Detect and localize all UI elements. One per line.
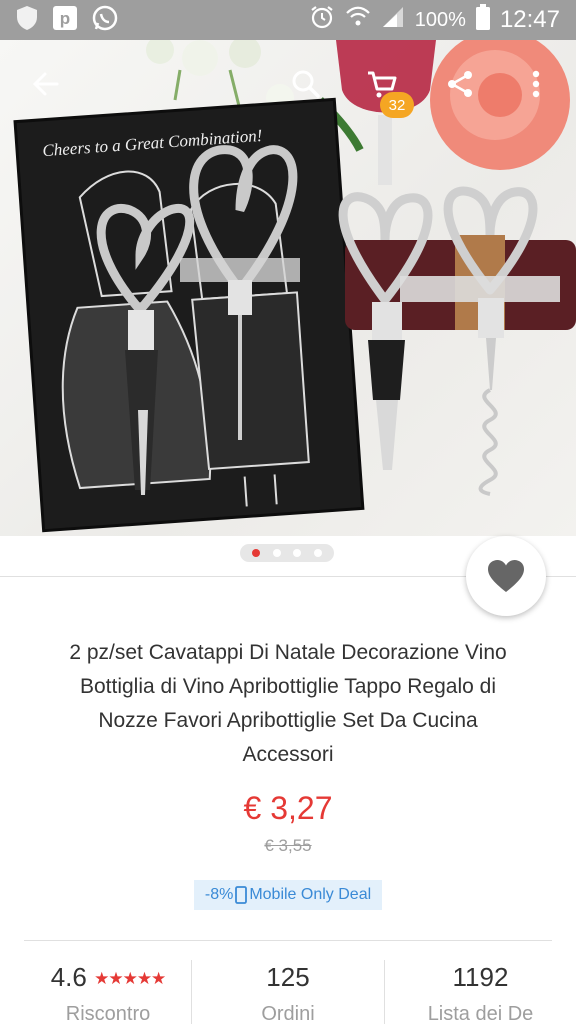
arrow-left-icon: [32, 72, 59, 96]
alarm-icon: [309, 4, 335, 36]
svg-text:p: p: [60, 9, 70, 28]
whatsapp-icon: [92, 5, 118, 36]
share-icon: [448, 71, 472, 97]
carousel-indicator[interactable]: [240, 544, 334, 562]
shield-icon: [16, 5, 38, 36]
rating-value-row: 4.6 ★★★★★: [24, 962, 192, 993]
clock: 12:47: [499, 6, 560, 33]
original-price: € 3,55: [264, 836, 312, 855]
mobile-deal-badge: -8% Mobile Only Deal: [194, 880, 382, 910]
product-title-line: 2 pz/set Cavatappi Di Natale Decorazione…: [69, 641, 507, 664]
app-p-icon: p: [52, 5, 78, 36]
wifi-icon: [345, 5, 371, 35]
cart-count-badge: 32: [380, 92, 414, 118]
product-price: € 3,27: [243, 790, 333, 826]
battery-icon: [475, 4, 490, 36]
wishlist-label: Lista dei De: [427, 1003, 534, 1025]
rating-label: Riscontro: [65, 1003, 151, 1025]
product-title-line: Accessori: [242, 743, 334, 766]
wishlist-value: 1192: [452, 962, 509, 992]
orders-stat[interactable]: 125 Ordini: [192, 962, 384, 1026]
orders-label: Ordini: [261, 1003, 315, 1025]
wishlist-stat[interactable]: 1192 Lista dei De: [385, 962, 576, 1026]
product-title: 2 pz/set Cavatappi Di Natale Decorazione…: [30, 636, 546, 772]
carousel-dot[interactable]: [272, 549, 281, 557]
product-title-line: Nozze Favori Apribottiglie Set Da Cucina: [98, 709, 478, 732]
wishlist-button[interactable]: [466, 536, 546, 616]
search-button[interactable]: [282, 60, 330, 108]
status-bar: p 100% 12:47: [0, 0, 576, 40]
search-icon: [292, 70, 320, 98]
more-options-button[interactable]: [512, 60, 560, 108]
deal-percent: -8%: [204, 886, 234, 903]
more-vert-icon: [532, 70, 540, 98]
product-title-line: Bottiglia di Vino Apribottiglie Tappo Re…: [79, 675, 496, 698]
battery-percent: 100%: [414, 8, 466, 31]
heart-icon: [488, 560, 524, 592]
carousel-dot[interactable]: [293, 549, 302, 557]
signal-icon: [381, 5, 405, 35]
rating-stars: ★★★★★: [94, 969, 166, 989]
orders-value: 125: [266, 962, 310, 992]
stats-divider: [24, 940, 552, 941]
rating-stat[interactable]: 4.6 ★★★★★ Riscontro: [24, 962, 192, 1026]
rating-value: 4.6: [50, 962, 87, 992]
phone-icon: [235, 886, 248, 904]
top-toolbar: 32: [0, 40, 576, 126]
deal-label: Mobile Only Deal: [249, 886, 372, 903]
carousel-dot[interactable]: [313, 549, 322, 557]
share-button[interactable]: [436, 60, 484, 108]
back-button[interactable]: [22, 60, 70, 108]
carousel-dot[interactable]: [252, 549, 261, 557]
